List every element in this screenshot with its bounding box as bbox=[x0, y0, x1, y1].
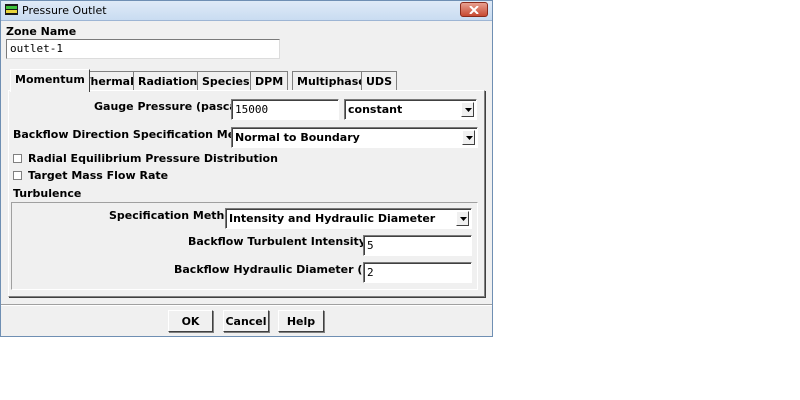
tab-momentum[interactable]: Momentum bbox=[10, 69, 90, 92]
gauge-pressure-input[interactable]: 15000 bbox=[231, 99, 339, 120]
title-bar[interactable]: Pressure Outlet bbox=[1, 1, 492, 21]
chevron-down-icon bbox=[460, 217, 467, 221]
dropdown-button[interactable] bbox=[461, 102, 474, 117]
backflow-direction-value: Normal to Boundary bbox=[235, 131, 360, 144]
specification-method-value: Intensity and Hydraulic Diameter bbox=[229, 212, 436, 225]
target-mass-flow-checkbox[interactable] bbox=[13, 171, 22, 180]
turbulence-heading: Turbulence bbox=[13, 187, 82, 200]
tab-species[interactable]: Species bbox=[197, 71, 255, 91]
app-icon bbox=[5, 4, 18, 15]
hydraulic-diameter-input[interactable]: 2 bbox=[363, 262, 472, 283]
dropdown-button[interactable] bbox=[456, 211, 469, 226]
tab-multiphase[interactable]: Multiphase bbox=[292, 71, 371, 91]
target-mass-flow-label: Target Mass Flow Rate bbox=[28, 169, 169, 182]
gauge-pressure-method-select[interactable]: constant bbox=[344, 99, 477, 120]
pressure-outlet-dialog: Pressure Outlet Zone Name outlet-1 Momen… bbox=[0, 0, 493, 337]
cancel-button[interactable]: Cancel bbox=[223, 310, 269, 332]
radial-equilibrium-checkbox[interactable] bbox=[13, 154, 22, 163]
ok-button[interactable]: OK bbox=[168, 310, 213, 332]
window-title: Pressure Outlet bbox=[22, 4, 107, 17]
tab-dpm[interactable]: DPM bbox=[250, 71, 289, 91]
hydraulic-diameter-label: Backflow Hydraulic Diameter (mm) bbox=[174, 263, 391, 276]
close-button[interactable] bbox=[460, 2, 488, 17]
help-button[interactable]: Help bbox=[278, 310, 324, 332]
gauge-pressure-method-value: constant bbox=[348, 103, 403, 116]
specification-method-label: Specification Method bbox=[109, 209, 240, 222]
backflow-direction-label: Backflow Direction Specification Method bbox=[13, 128, 264, 141]
turbulent-intensity-label: Backflow Turbulent Intensity (%) bbox=[188, 235, 391, 248]
chevron-down-icon bbox=[466, 136, 473, 140]
zone-name-input[interactable]: outlet-1 bbox=[6, 39, 280, 59]
tab-radiation[interactable]: Radiation bbox=[133, 71, 203, 91]
specification-method-select[interactable]: Intensity and Hydraulic Diameter bbox=[225, 208, 472, 229]
tab-uds[interactable]: UDS bbox=[361, 71, 397, 91]
gauge-pressure-label: Gauge Pressure (pascal) bbox=[94, 100, 246, 113]
backflow-direction-select[interactable]: Normal to Boundary bbox=[231, 127, 478, 148]
zone-name-label: Zone Name bbox=[6, 25, 77, 38]
dropdown-button[interactable] bbox=[462, 130, 475, 145]
radial-equilibrium-label: Radial Equilibrium Pressure Distribution bbox=[28, 152, 278, 165]
close-icon bbox=[469, 6, 479, 14]
divider bbox=[1, 304, 492, 306]
turbulent-intensity-input[interactable]: 5 bbox=[363, 235, 472, 256]
chevron-down-icon bbox=[465, 108, 472, 112]
